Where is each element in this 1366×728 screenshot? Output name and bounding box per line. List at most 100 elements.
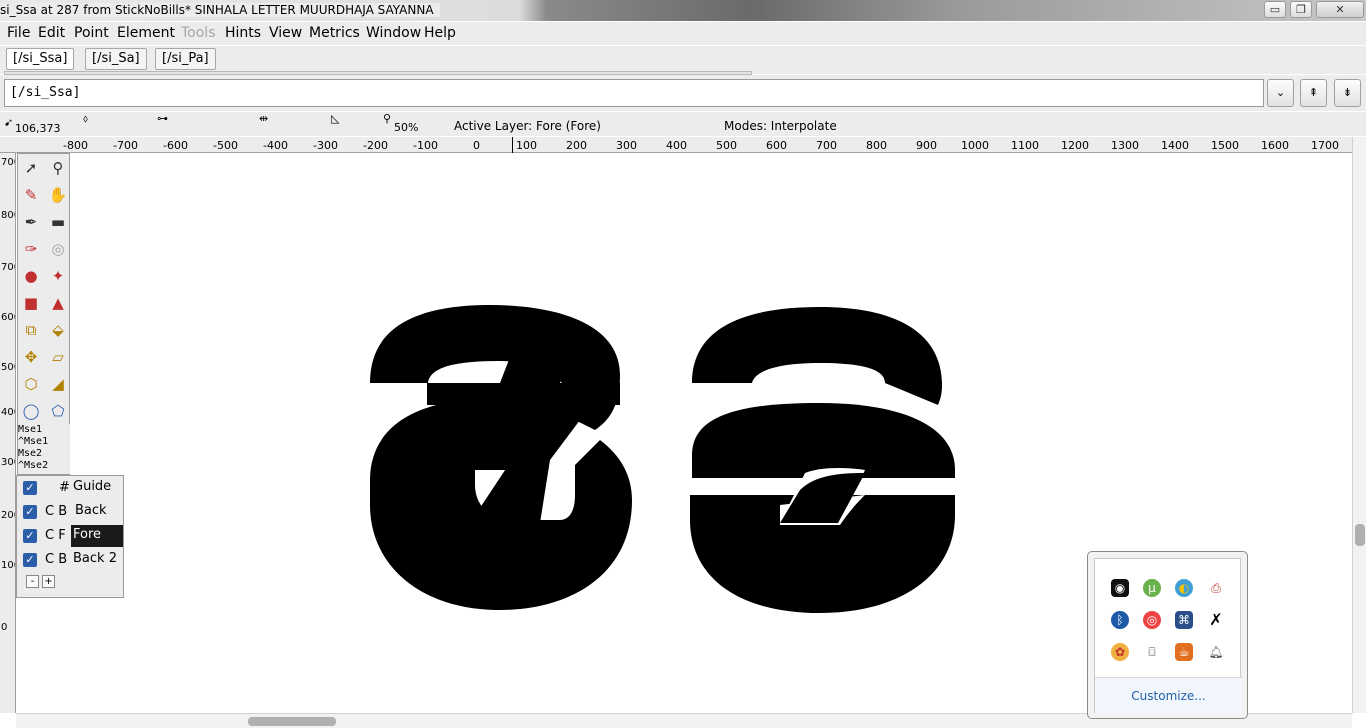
layers-palette: ✓ # Guide ✓ C B Back ✓ C F Fore ✓ C B Ba… <box>16 475 124 598</box>
ruler-tick: -500 <box>213 139 238 152</box>
menu-edit[interactable]: Edit <box>38 25 65 41</box>
bluetooth-icon[interactable]: ᛒ <box>1111 611 1129 629</box>
vertical-scroll-thumb[interactable] <box>1355 524 1365 546</box>
rotate-tool-icon[interactable]: ⬙ <box>46 318 70 342</box>
polygon-tool-icon[interactable]: ⬠ <box>46 399 70 423</box>
mouse-hints: Mse1 ^Mse1 Mse2 ^Mse2 <box>18 424 70 474</box>
hand-tool-icon[interactable]: ✋ <box>46 183 70 207</box>
distance-icon: ⇹ <box>259 112 269 125</box>
restore-button[interactable]: ❐ <box>1290 1 1312 18</box>
glyph-name-input[interactable]: [/si_Ssa] <box>4 79 1264 107</box>
sync-icon[interactable]: ◐ <box>1175 579 1193 597</box>
layer-name: Back <box>75 503 107 518</box>
ruler-tool-icon[interactable]: ▬ <box>46 210 70 234</box>
ruler-tick: 800 <box>866 139 887 152</box>
ruler-tick: 0 <box>473 139 480 152</box>
spiro-tool-icon[interactable]: ◎ <box>46 237 70 261</box>
ruler-tick: 200 <box>566 139 587 152</box>
prev-glyph-button[interactable]: ⇞ <box>1300 79 1327 107</box>
offset-icon: ⊶ <box>157 112 168 125</box>
knife-tool-icon[interactable]: ✒ <box>19 210 43 234</box>
torrent-icon[interactable]: μ <box>1143 579 1161 597</box>
mouse-hint: Mse1 <box>18 424 43 435</box>
ruler-tick: -400 <box>263 139 288 152</box>
menu-help[interactable]: Help <box>424 25 456 41</box>
magnify-tool-icon[interactable]: ⚲ <box>46 156 70 180</box>
layer-visible-checkbox[interactable]: ✓ <box>23 553 37 567</box>
ruler-tick: -300 <box>313 139 338 152</box>
chrome-icon[interactable]: ◎ <box>1143 611 1161 629</box>
tab-si-sa[interactable]: [/si_Sa] <box>85 48 147 70</box>
window-title: si_Ssa at 287 from StickNoBills* SINHALA… <box>0 3 440 17</box>
vruler-tick: 0 <box>1 622 8 633</box>
vruler-tick: 800 <box>1 210 15 221</box>
menu-bar: File Edit Point Element Tools Hints View… <box>0 22 1366 45</box>
layer-row-back[interactable]: ✓ C B Back <box>17 501 123 523</box>
menu-file[interactable]: File <box>7 25 30 41</box>
hv-curve-point-tool-icon[interactable]: ✦ <box>46 264 70 288</box>
vruler-tick: 700 <box>1 262 15 273</box>
paint-icon[interactable]: ✿ <box>1111 643 1129 661</box>
tangent-point-tool-icon[interactable]: ▲ <box>46 291 70 315</box>
layer-visible-checkbox[interactable]: ✓ <box>23 481 37 495</box>
next-glyph-button[interactable]: ⇟ <box>1334 79 1361 107</box>
ruler-tick: 700 <box>816 139 837 152</box>
remove-layer-button[interactable]: - <box>26 575 39 588</box>
ruler-tick: 500 <box>716 139 737 152</box>
layer-name: Back 2 <box>73 551 117 566</box>
vertical-ruler: 700 800 700 600 500 400 300 200 100 0 <box>0 153 16 713</box>
menu-point[interactable]: Point <box>74 25 109 41</box>
notification-bell-icon[interactable]: 🔔︎ <box>1207 643 1225 661</box>
menu-view[interactable]: View <box>269 25 302 41</box>
glyph-outlines[interactable] <box>360 295 970 625</box>
ruler-tick: -800 <box>63 139 88 152</box>
modes-label: Modes: Interpolate <box>724 119 837 133</box>
pdf-icon[interactable]: ⎙ <box>1207 579 1225 597</box>
corner-point-tool-icon[interactable]: ■ <box>19 291 43 315</box>
scale-tool-icon[interactable]: ⧉ <box>19 318 43 342</box>
add-layer-button[interactable]: + <box>42 575 55 588</box>
java-icon[interactable]: ☕ <box>1175 643 1193 661</box>
ellipse-tool-icon[interactable]: ◯ <box>19 399 43 423</box>
cursor-coords: 106,373 <box>15 122 61 135</box>
screenshot-icon[interactable]: ⌼ <box>1143 643 1161 661</box>
tab-si-ssa[interactable]: [/si_Ssa] <box>6 48 75 70</box>
ruler-tick: 1500 <box>1211 139 1239 152</box>
vertical-scrollbar[interactable] <box>1352 137 1366 713</box>
layer-row-guide[interactable]: ✓ # Guide <box>17 477 123 499</box>
layer-row-back-2[interactable]: ✓ C B Back 2 <box>17 549 123 571</box>
vruler-tick: 200 <box>1 510 15 521</box>
layer-visible-checkbox[interactable]: ✓ <box>23 505 37 519</box>
pen-tool-icon[interactable]: ✑ <box>19 237 43 261</box>
skew-tool-icon[interactable]: ▱ <box>46 345 70 369</box>
title-bar: si_Ssa at 287 from StickNoBills* SINHALA… <box>0 0 1366 21</box>
network-icon[interactable]: ⌘ <box>1175 611 1193 629</box>
arrow-down-icon: ⇟ <box>1342 86 1353 99</box>
pointer-icon: ➹ <box>4 116 14 129</box>
tab-si-pa[interactable]: [/si_Pa] <box>155 48 216 70</box>
menu-metrics[interactable]: Metrics <box>309 25 360 41</box>
vruler-tick: 500 <box>1 362 15 373</box>
pointer-tool-icon[interactable]: ➚ <box>19 156 43 180</box>
menu-element[interactable]: Element <box>117 25 175 41</box>
camera-app-icon[interactable]: ◉ <box>1111 579 1129 597</box>
layer-visible-checkbox[interactable]: ✓ <box>23 529 37 543</box>
menu-window[interactable]: Window <box>366 25 421 41</box>
layer-flags: C F <box>45 528 66 543</box>
freehand-tool-icon[interactable]: ✎ <box>19 183 43 207</box>
mouse-hint: ^Mse2 <box>18 460 49 471</box>
x-server-icon[interactable]: ✗ <box>1207 611 1225 629</box>
horizontal-scroll-thumb[interactable] <box>248 717 336 726</box>
close-button[interactable]: ✕ <box>1316 1 1364 18</box>
dropdown-button[interactable]: ⌄ <box>1267 79 1294 107</box>
minimize-button[interactable]: ▭ <box>1264 1 1286 18</box>
curve-point-tool-icon[interactable]: ● <box>19 264 43 288</box>
ruler-tick: 1600 <box>1261 139 1289 152</box>
perspective-tool-icon[interactable]: ◢ <box>46 372 70 396</box>
menu-hints[interactable]: Hints <box>225 25 261 41</box>
flip-tool-icon[interactable]: ✥ <box>19 345 43 369</box>
customize-link[interactable]: Customize... <box>1095 677 1242 714</box>
layer-row-fore[interactable]: ✓ C F Fore <box>17 525 123 547</box>
3d-rotate-tool-icon[interactable]: ⬡ <box>19 372 43 396</box>
mouse-hint: Mse2 <box>18 448 43 459</box>
